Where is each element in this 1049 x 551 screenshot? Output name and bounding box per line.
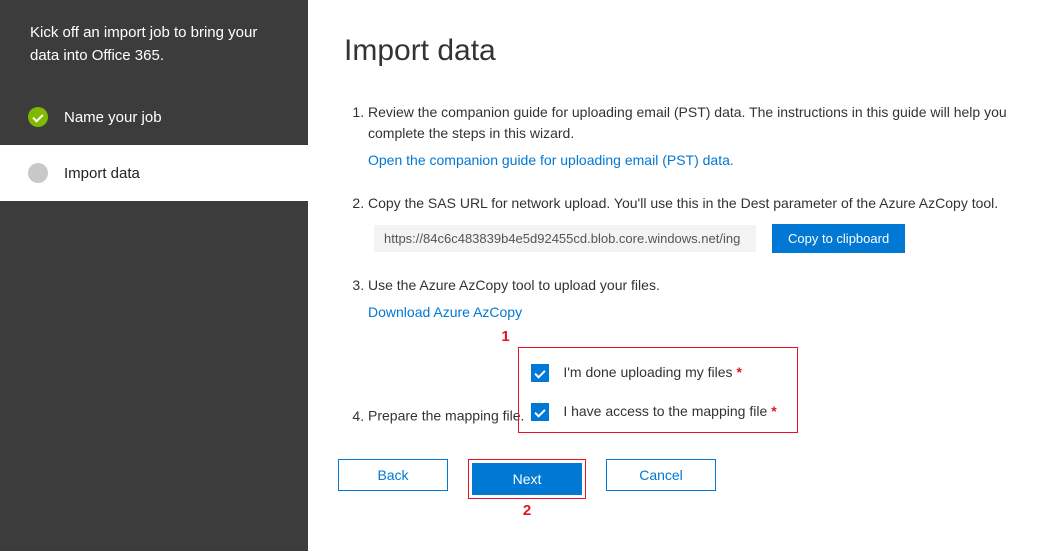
step-2: Copy the SAS URL for network upload. You…: [368, 193, 1013, 253]
checkbox-label: I have access to the mapping file: [563, 401, 767, 422]
cancel-button[interactable]: Cancel: [606, 459, 716, 491]
required-asterisk: *: [737, 362, 742, 383]
open-guide-link[interactable]: Open the companion guide for uploading e…: [368, 150, 734, 171]
main-panel: Import data Review the companion guide f…: [308, 0, 1049, 551]
step-2-text: Copy the SAS URL for network upload. You…: [368, 195, 998, 211]
copy-to-clipboard-button[interactable]: Copy to clipboard: [772, 224, 905, 253]
sidebar-step-label: Import data: [64, 165, 140, 182]
required-asterisk: *: [771, 401, 776, 422]
checkbox-mapping-access[interactable]: [531, 403, 549, 421]
sidebar-step-name-job[interactable]: Name your job: [0, 89, 308, 145]
sidebar-fill: [0, 201, 308, 551]
instruction-list: Review the companion guide for uploading…: [344, 102, 1013, 433]
wizard-sidebar: Kick off an import job to bring your dat…: [0, 0, 308, 551]
checkbox-done-uploading[interactable]: [531, 364, 549, 382]
sas-row: Copy to clipboard: [374, 224, 1013, 253]
step-3: Use the Azure AzCopy tool to upload your…: [368, 275, 1013, 323]
back-button[interactable]: Back: [338, 459, 448, 491]
annotation-2: 2: [523, 502, 531, 519]
check-icon: [28, 107, 48, 127]
dot-icon: [28, 163, 48, 183]
page-title: Import data: [344, 34, 1013, 68]
annotation-1: 1: [501, 326, 509, 349]
download-azcopy-link[interactable]: Download Azure AzCopy: [368, 302, 522, 323]
next-button[interactable]: Next: [472, 463, 582, 495]
sidebar-step-import-data[interactable]: Import data: [0, 145, 308, 201]
mapping-check-group: 1 I'm done uploading my files * I have a…: [518, 347, 798, 433]
checkbox-row-done-uploading: I'm done uploading my files *: [531, 362, 785, 383]
sas-url-input[interactable]: [374, 225, 756, 252]
checkbox-row-mapping-access: I have access to the mapping file *: [531, 401, 785, 422]
sidebar-step-label: Name your job: [64, 109, 162, 126]
checkbox-label: I'm done uploading my files: [563, 362, 732, 383]
next-button-highlight: Next 2: [468, 459, 586, 499]
step-4: Prepare the mapping file. 1 I'm done upl…: [368, 345, 1013, 433]
step-3-text: Use the Azure AzCopy tool to upload your…: [368, 277, 660, 293]
button-row: Back Next 2 Cancel: [338, 459, 1013, 499]
step-1: Review the companion guide for uploading…: [368, 102, 1013, 171]
sidebar-intro: Kick off an import job to bring your dat…: [0, 0, 308, 89]
step-4-text: Prepare the mapping file.: [368, 408, 524, 424]
step-1-text: Review the companion guide for uploading…: [368, 104, 1007, 141]
